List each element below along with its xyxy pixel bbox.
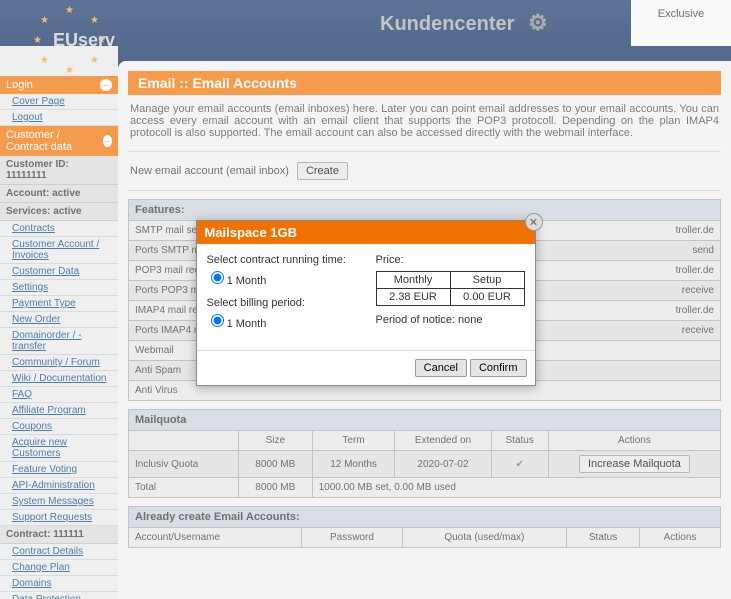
price-table: Monthly Setup 2.38 EUR 0.00 EUR: [376, 271, 525, 306]
notice-label: Period of notice: none: [376, 314, 525, 326]
confirm-button[interactable]: Confirm: [470, 359, 527, 377]
close-icon[interactable]: ✕: [525, 213, 543, 231]
billing-label: Select billing period:: [207, 297, 356, 309]
billing-option: 1 Month: [227, 318, 267, 330]
runtime-radio[interactable]: [211, 271, 224, 284]
billing-radio[interactable]: [211, 314, 224, 327]
modal-title: Mailspace 1GB: [197, 221, 535, 244]
cancel-button[interactable]: Cancel: [415, 359, 467, 377]
modal-overlay: ✕ Mailspace 1GB Select contract running …: [0, 0, 731, 599]
price-label: Price:: [376, 254, 525, 266]
runtime-label: Select contract running time:: [207, 254, 356, 266]
runtime-option: 1 Month: [227, 275, 267, 287]
mailspace-modal: ✕ Mailspace 1GB Select contract running …: [196, 220, 536, 386]
